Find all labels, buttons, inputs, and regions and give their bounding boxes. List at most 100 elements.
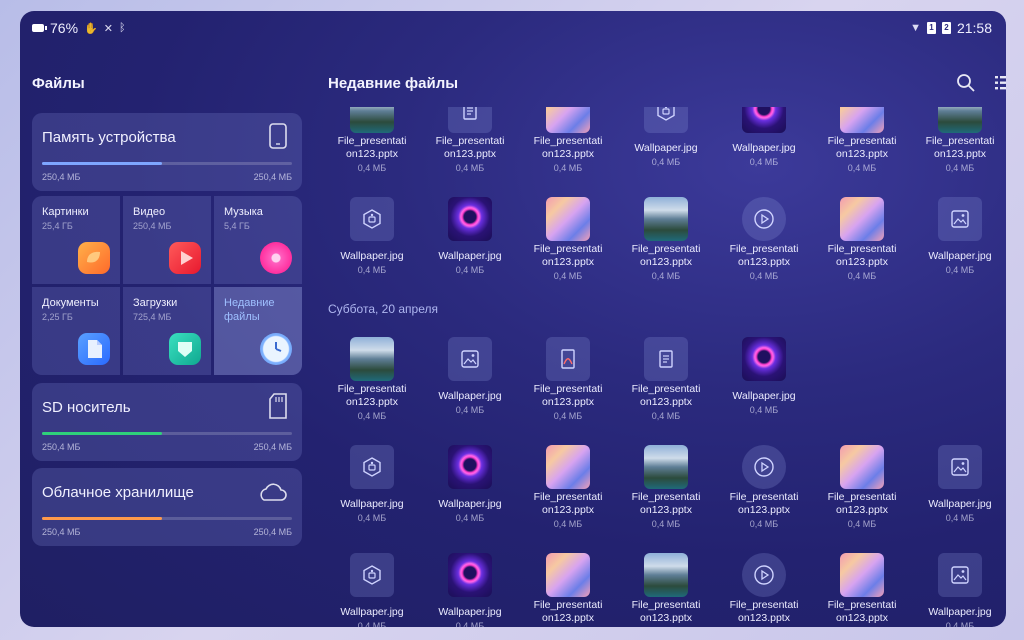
file-item[interactable]: File_presentation123.pptx0,4 МБ (622, 445, 710, 535)
cloud-bar-fill (42, 517, 162, 520)
ring-thumbnail (742, 107, 786, 133)
file-size: 0,4 МБ (651, 271, 681, 281)
cloud-title: Облачное хранилище (42, 484, 194, 501)
file-size: 0,4 МБ (749, 405, 779, 415)
file-item[interactable]: Wallpaper.jpg 0,4 МБ (720, 337, 808, 427)
list-view-icon[interactable] (994, 73, 1006, 93)
file-name: File_presentati on123.pptx (631, 383, 701, 408)
file-size: 0,4 МБ (357, 513, 387, 523)
file-size: 0,4 МБ (357, 621, 387, 627)
file-item[interactable]: Wallpaper.jpg 0,4 МБ (328, 197, 416, 287)
tile-label: Загрузки (133, 297, 178, 309)
file-item[interactable]: File_presentation123.pptx0,4 МБ (818, 107, 906, 179)
file-name: File_presentati on123.pptx (631, 491, 701, 516)
phone-icon (269, 123, 287, 149)
file-item[interactable]: Wallpaper.jpg 0,4 МБ (426, 553, 514, 627)
search-icon[interactable] (956, 73, 976, 93)
storage-pane: Файлы Память устройства 250,4 МБ 250,4 М… (20, 45, 314, 627)
file-item[interactable]: Wallpaper.jpg 0,4 МБ (328, 553, 416, 627)
file-item[interactable]: File_presentation123.pptx0,4 МБ (818, 553, 906, 627)
file-item[interactable]: Wallpaper.jpg 0,4 МБ (916, 197, 998, 287)
file-item[interactable]: File_presentation123.pptx0,4 МБ (328, 337, 416, 427)
file-item[interactable]: File_presentation123.pptx0,4 МБ (524, 337, 612, 427)
download-icon (169, 333, 201, 365)
file-item[interactable]: File_presentation123.pptx0,4 МБ (524, 197, 612, 287)
file-size: 0,4 МБ (945, 513, 975, 523)
tile-size: 25,4 ГБ (42, 221, 73, 231)
tile-size: 250,4 МБ (133, 221, 172, 231)
tile-music[interactable]: Музыка 5,4 ГБ (214, 196, 302, 284)
file-item[interactable]: File_presentation123.pptx0,4 МБ (818, 197, 906, 287)
tile-pictures[interactable]: Картинки 25,4 ГБ (32, 196, 120, 284)
file-size: 0,4 МБ (651, 411, 681, 421)
file-size: 0,4 МБ (651, 157, 681, 167)
tile-video[interactable]: Видео 250,4 МБ (123, 196, 211, 284)
file-name: Wallpaper.jpg (634, 142, 698, 154)
file-item[interactable]: File_presentation123.pptx0,4 МБ (524, 107, 612, 179)
file-size: 0,4 МБ (945, 265, 975, 275)
file-item[interactable]: Wallpaper.jpg 0,4 МБ (426, 197, 514, 287)
file-name: File_presentati on123.pptx (827, 135, 897, 160)
ring-thumbnail (448, 445, 492, 489)
file-item[interactable]: File_presentation123.pptx0,4 МБ (720, 197, 808, 287)
sd-used: 250,4 МБ (42, 442, 81, 452)
file-item[interactable]: File_presentation123.pptx 0,4 МБ (622, 337, 710, 427)
file-name: File_presentati on123.pptx (533, 243, 603, 268)
ring-thumbnail (448, 197, 492, 241)
tile-downloads[interactable]: Загрузки 725,4 МБ (123, 287, 211, 375)
tile-label: Видео (133, 206, 166, 218)
document-icon (78, 333, 110, 365)
cloud-card[interactable]: Облачное хранилище 250,4 МБ 250,4 МБ (32, 468, 302, 546)
file-item[interactable]: File_presentation123.pptx0,4 МБ (916, 107, 998, 179)
file-item[interactable]: File_presentation123.pptx0,4 МБ (524, 553, 612, 627)
status-right: ▼ 1 2 21:58 (910, 20, 992, 36)
file-name: File_presentati on123.pptx (435, 135, 505, 160)
sd-card[interactable]: SD носитель 250,4 МБ 250,4 МБ (32, 383, 302, 461)
clock: 21:58 (956, 20, 992, 36)
landscape-thumbnail (350, 107, 394, 133)
file-size: 0,4 МБ (455, 405, 485, 415)
device-memory-bar (42, 162, 292, 165)
file-size: 0,4 МБ (455, 513, 485, 523)
file-name: File_presentati on123.pptx (631, 599, 701, 624)
file-item[interactable]: Wallpaper.jpg 0,4 МБ (426, 337, 514, 427)
file-name: Wallpaper.jpg (340, 498, 404, 510)
file-name: Wallpaper.jpg (928, 498, 992, 510)
file-item[interactable]: File_presentation123.pptx 0,4 МБ (622, 197, 710, 287)
file-item[interactable]: Wallpaper.jpg 0,4 МБ (426, 445, 514, 535)
tile-documents[interactable]: Документы 2,25 ГБ (32, 287, 120, 375)
file-size: 0,4 МБ (455, 163, 485, 173)
file-size: 0,4 МБ (847, 271, 877, 281)
category-tiles: Картинки 25,4 ГБ Видео 250,4 МБ Музыка 5… (32, 196, 302, 376)
file-name: File_presentati on123.pptx (631, 243, 701, 268)
cloud-total: 250,4 МБ (253, 527, 292, 537)
status-left: 76% ✋ ✕ ᛒ (32, 20, 126, 36)
file-item[interactable]: Wallpaper.jpg 0,4 МБ (622, 107, 710, 179)
apk-icon (350, 553, 394, 597)
apk-icon (350, 445, 394, 489)
file-item[interactable]: File_presentation123.pptx0,4 МБ (720, 445, 808, 535)
file-item[interactable]: Wallpaper.jpg 0,4 МБ (916, 553, 998, 627)
sim1-icon: 1 (926, 22, 936, 34)
file-size: 0,4 МБ (945, 621, 975, 627)
bluetooth-icon: ᛒ (118, 22, 126, 34)
file-item[interactable]: File_presentation123.pptx0,4 МБ (622, 553, 710, 627)
file-item[interactable]: File_presentation123.pptx0,4 МБ (720, 553, 808, 627)
file-name: File_presentati on123.pptx (533, 491, 603, 516)
pane-title: Файлы (32, 75, 85, 92)
device-memory-used: 250,4 МБ (42, 172, 81, 182)
document-icon (448, 107, 492, 133)
sd-total: 250,4 МБ (253, 442, 292, 452)
device-memory-title: Память устройства (42, 129, 176, 146)
device-memory-card[interactable]: Память устройства 250,4 МБ 250,4 МБ (32, 113, 302, 191)
tile-recent[interactable]: Недавние файлы (214, 287, 302, 375)
file-item[interactable]: File_presentation123.pptx0,4 МБ (328, 107, 416, 179)
file-item[interactable]: Wallpaper.jpg 0,4 МБ (328, 445, 416, 535)
file-item[interactable]: File_presentation123.pptx0,4 МБ (818, 445, 906, 535)
notification-icon: ✋ (84, 22, 98, 35)
file-item[interactable]: Wallpaper.jpg 0,4 МБ (720, 107, 808, 179)
file-item[interactable]: Wallpaper.jpg 0,4 МБ (916, 445, 998, 535)
file-item[interactable]: File_presentation123.pptx 0,4 МБ (426, 107, 514, 179)
file-item[interactable]: File_presentation123.pptx0,4 МБ (524, 445, 612, 535)
image-file-icon (938, 197, 982, 241)
